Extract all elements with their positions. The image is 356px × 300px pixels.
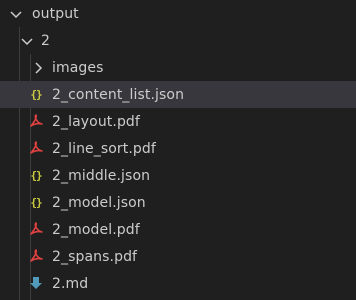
tree-label: 2_model.json xyxy=(52,194,146,211)
tree-label: 2_spans.pdf xyxy=(52,248,138,265)
json-icon: {} xyxy=(30,168,42,182)
tree-label: 2_line_sort.pdf xyxy=(52,140,156,157)
tree-file-model-pdf[interactable]: 2_model.pdf xyxy=(0,216,356,243)
pdf-icon xyxy=(28,140,44,156)
tree-label: 2_model.pdf xyxy=(52,221,140,238)
tree-file-spans-pdf[interactable]: 2_spans.pdf xyxy=(0,243,356,270)
json-icon: {} xyxy=(30,195,42,209)
chevron-down-icon[interactable] xyxy=(19,33,35,49)
tree-file-middle-json[interactable]: {} 2_middle.json xyxy=(0,162,356,189)
pdf-icon xyxy=(28,221,44,237)
tree-label: 2_content_list.json xyxy=(52,86,185,103)
tree-file-model-json[interactable]: {} 2_model.json xyxy=(0,189,356,216)
tree-folder-output[interactable]: output xyxy=(0,0,356,27)
tree-folder-2[interactable]: 2 xyxy=(0,27,356,54)
chevron-down-icon[interactable] xyxy=(8,6,24,22)
tree-folder-images[interactable]: images xyxy=(0,54,356,81)
tree-file-md[interactable]: 2.md xyxy=(0,270,356,297)
markdown-icon xyxy=(28,275,44,291)
tree-label: 2_middle.json xyxy=(52,167,151,184)
tree-label: 2_layout.pdf xyxy=(52,113,140,130)
chevron-right-icon[interactable] xyxy=(30,60,46,76)
json-icon: {} xyxy=(30,87,42,101)
file-explorer-tree: output 2 images {} 2_content_list.json 2… xyxy=(0,0,356,300)
tree-file-content-list-json[interactable]: {} 2_content_list.json xyxy=(0,81,356,108)
pdf-icon xyxy=(28,113,44,129)
tree-file-layout-pdf[interactable]: 2_layout.pdf xyxy=(0,108,356,135)
tree-label: 2 xyxy=(41,32,51,49)
tree-label: 2.md xyxy=(52,275,89,292)
tree-file-line-sort-pdf[interactable]: 2_line_sort.pdf xyxy=(0,135,356,162)
tree-label: output xyxy=(32,5,79,22)
pdf-icon xyxy=(28,248,44,264)
tree-label: images xyxy=(52,59,104,76)
